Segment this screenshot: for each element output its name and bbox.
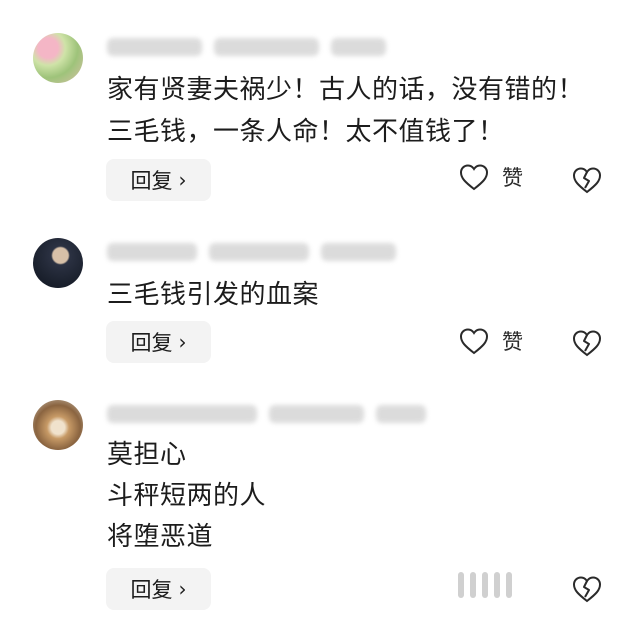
timestamp-blurred — [269, 405, 364, 423]
reply-button[interactable]: 回复 › — [106, 321, 211, 363]
heart-outline-icon — [459, 328, 489, 355]
username-blurred — [107, 405, 257, 423]
comment-text-line: 斗秤短两的人 — [107, 481, 267, 511]
loading-bar — [482, 572, 488, 598]
location-blurred — [331, 38, 386, 56]
comment-text-line: 三毛钱，一条人命！太不值钱了！ — [107, 117, 505, 147]
loading-bar — [494, 572, 500, 598]
comment-meta-blurred — [107, 35, 386, 59]
comment-text-line: 莫担心 — [107, 440, 187, 470]
like-button[interactable]: 赞 — [458, 162, 523, 192]
comment-text-line: 将堕恶道 — [107, 522, 214, 552]
chevron-right-icon: › — [178, 577, 187, 601]
comment-text-line: 三毛钱引发的血案 — [107, 280, 320, 310]
username-blurred — [107, 38, 202, 56]
loading-bar — [506, 572, 512, 598]
chevron-right-icon: › — [178, 168, 187, 192]
like-button[interactable]: 赞 — [458, 326, 523, 356]
avatar[interactable] — [33, 33, 83, 83]
comment-text-line: 家有贤妻夫祸少！古人的话，没有错的！ — [107, 75, 585, 105]
avatar[interactable] — [33, 400, 83, 450]
heart-outline-icon — [459, 164, 489, 191]
like-label: 赞 — [502, 166, 523, 190]
chevron-right-icon: › — [178, 330, 187, 354]
timestamp-blurred — [209, 243, 309, 261]
reply-button[interactable]: 回复 › — [106, 159, 211, 201]
reply-label: 回复 — [130, 578, 173, 602]
comment-meta-blurred — [107, 402, 426, 426]
location-blurred — [376, 405, 426, 423]
reply-label: 回复 — [130, 169, 173, 193]
comment-meta-blurred — [107, 240, 396, 264]
loading-bar — [470, 572, 476, 598]
timestamp-blurred — [214, 38, 319, 56]
comment-item: 莫担心 斗秤短两的人 将堕恶道 回复 › — [0, 380, 640, 628]
broken-heart-icon[interactable] — [570, 573, 604, 605]
like-label: 赞 — [502, 330, 523, 354]
broken-heart-icon[interactable] — [570, 164, 604, 196]
reply-label: 回复 — [130, 331, 173, 355]
reply-button[interactable]: 回复 › — [106, 568, 211, 610]
comment-item: 家有贤妻夫祸少！古人的话，没有错的！ 三毛钱，一条人命！太不值钱了！ 回复 › … — [0, 0, 640, 210]
avatar[interactable] — [33, 238, 83, 288]
loading-bar — [458, 572, 464, 598]
location-blurred — [321, 243, 396, 261]
username-blurred — [107, 243, 197, 261]
comment-item: 三毛钱引发的血案 回复 › 赞 — [0, 210, 640, 380]
broken-heart-icon[interactable] — [570, 327, 604, 359]
loading-bars-icon — [458, 572, 512, 598]
